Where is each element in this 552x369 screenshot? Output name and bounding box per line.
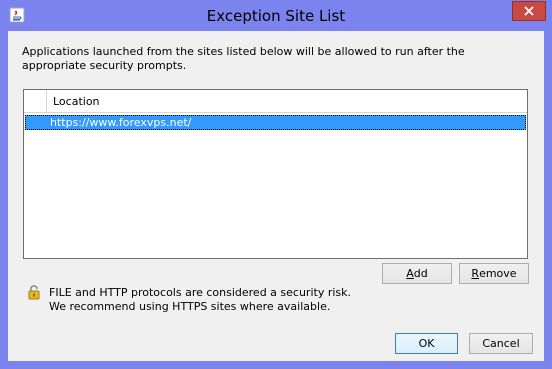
lock-icon — [28, 285, 40, 300]
add-button-label: dd — [413, 267, 428, 280]
close-icon — [524, 6, 534, 16]
location-table[interactable]: Location https://www.forexvps.net/ — [23, 89, 528, 259]
add-button-mnemonic: A — [406, 267, 414, 280]
close-button[interactable] — [512, 1, 546, 21]
exception-site-list-window: Exception Site List Applications launche… — [0, 0, 552, 369]
title-bar[interactable]: Exception Site List — [0, 0, 552, 31]
window-title: Exception Site List — [206, 7, 346, 25]
ok-button[interactable]: OK — [395, 333, 458, 354]
remove-button[interactable]: Remove — [459, 263, 529, 284]
location-column-header[interactable]: Location — [53, 95, 100, 108]
warning-line-1: FILE and HTTP protocols are considered a… — [49, 286, 352, 299]
table-row[interactable]: https://www.forexvps.net/ — [25, 115, 526, 130]
dialog-content: Applications launched from the sites lis… — [8, 31, 544, 361]
header-gutter — [24, 90, 47, 112]
security-warning: FILE and HTTP protocols are considered a… — [49, 286, 351, 314]
table-header: Location — [24, 90, 527, 113]
cancel-button[interactable]: Cancel — [469, 333, 533, 354]
add-button[interactable]: Add — [382, 263, 452, 284]
remove-button-label: emove — [479, 267, 517, 280]
location-cell[interactable]: https://www.forexvps.net/ — [50, 116, 191, 129]
remove-button-mnemonic: R — [471, 267, 480, 280]
warning-line-2: We recommend using HTTPS sites where ava… — [49, 300, 331, 313]
description-text: Applications launched from the sites lis… — [22, 45, 465, 72]
